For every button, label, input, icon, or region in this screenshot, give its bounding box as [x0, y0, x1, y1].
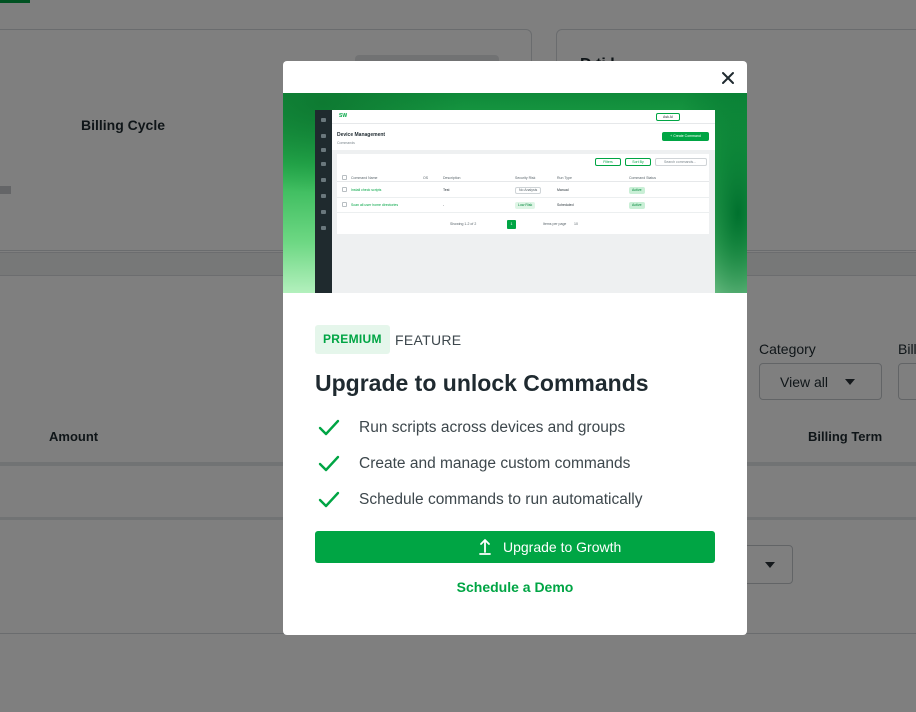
feature-label: FEATURE	[395, 332, 462, 348]
preview-search: Search commands...	[655, 158, 707, 166]
preview-status-badge: Active	[629, 202, 645, 209]
preview-sidebar	[315, 110, 332, 293]
upload-arrow-icon	[479, 539, 491, 555]
preview-header-cell: Command Status	[629, 176, 657, 180]
preview-header-cell: Run Type	[557, 176, 572, 180]
checkbox	[342, 202, 347, 207]
preview-header-cell: Description	[443, 176, 461, 180]
preview-cell: Install check scripts	[351, 188, 382, 192]
benefit-item: Run scripts across devices and groups	[315, 416, 725, 440]
benefit-item: Create and manage custom commands	[315, 452, 725, 476]
preview-table-header: Command Name OS Description Security Ris…	[337, 172, 709, 182]
upgrade-to-growth-button[interactable]: Upgrade to Growth	[315, 531, 715, 563]
benefit-text: Create and manage custom commands	[359, 455, 631, 472]
premium-badge: PREMIUM	[315, 325, 390, 354]
preview-cell: -	[443, 203, 445, 207]
preview-topbar: SW Ask AI	[332, 110, 715, 124]
checkbox	[342, 175, 347, 180]
preview-risk-badge: Low Risk	[515, 202, 536, 209]
check-icon	[318, 491, 340, 508]
preview-risk-badge: No Analysis	[515, 187, 542, 194]
preview-header-cell: Command Name	[351, 176, 378, 180]
benefit-item: Schedule commands to run automatically	[315, 488, 725, 512]
close-icon	[722, 72, 734, 84]
checkbox	[342, 187, 347, 192]
upgrade-button-label: Upgrade to Growth	[503, 539, 622, 555]
preview-title: Device Management	[337, 132, 386, 138]
check-icon	[318, 419, 340, 436]
preview-content: Filters Sort By Search commands... Comma…	[332, 150, 715, 293]
feature-preview-banner: SW Ask AI Device Management Commands + C…	[283, 93, 747, 293]
preview-items-per-page: Items per page	[543, 222, 567, 226]
preview-cell: Test	[443, 188, 450, 192]
preview-header-cell: OS	[423, 176, 429, 180]
benefit-text: Schedule commands to run automatically	[359, 491, 643, 508]
upgrade-modal: SW Ask AI Device Management Commands + C…	[283, 61, 747, 635]
preview-header-cell: Security Risk	[515, 176, 536, 180]
benefit-text: Run scripts across devices and groups	[359, 419, 626, 436]
preview-showing: Showing 1-2 of 2	[450, 222, 477, 226]
preview-cell: Scheduled	[557, 203, 574, 207]
preview-cell: Scan all user home directories	[351, 203, 399, 207]
preview-filters: Filters	[595, 158, 621, 166]
preview-table: Filters Sort By Search commands... Comma…	[337, 154, 709, 234]
preview-cell: Manual	[557, 188, 569, 192]
preview-status-badge: Active	[629, 187, 645, 194]
check-icon	[318, 455, 340, 472]
preview-pagination: Showing 1-2 of 2 1 Items per page 10	[337, 220, 709, 230]
preview-ask-ai: Ask AI	[656, 113, 680, 121]
preview-create-button: + Create Command	[662, 132, 709, 141]
schedule-demo-link[interactable]: Schedule a Demo	[283, 579, 747, 595]
close-button[interactable]	[717, 67, 739, 89]
preview-logo: SW	[339, 113, 348, 119]
preview-subtitle: Commands	[337, 141, 355, 145]
preview-items-value: 10	[574, 222, 578, 226]
preview-page-button: 1	[507, 220, 516, 229]
preview-sort: Sort By	[625, 158, 651, 166]
preview-table-row: Install check scripts Test No Analysis M…	[337, 184, 709, 198]
preview-table-row: Scan all user home directories - Low Ris…	[337, 199, 709, 213]
modal-title: Upgrade to unlock Commands	[315, 370, 649, 396]
commands-preview-screenshot: SW Ask AI Device Management Commands + C…	[315, 110, 715, 293]
